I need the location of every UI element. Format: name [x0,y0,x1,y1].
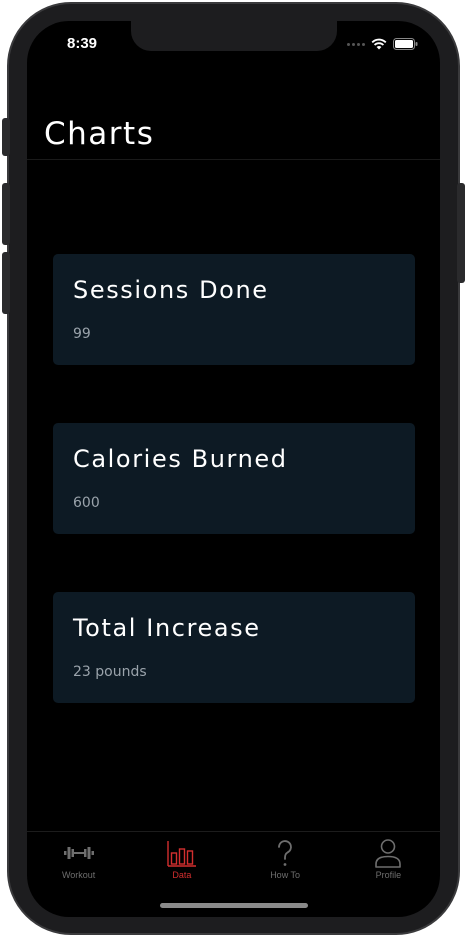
battery-icon [393,38,418,50]
card-value: 99 [73,326,91,342]
card-value: 23 pounds [73,664,147,680]
title-divider [27,159,440,160]
volume-down-button [2,252,10,314]
power-button [457,183,465,283]
mute-switch [2,118,10,156]
tab-label: Profile [375,870,402,880]
page-title: Charts [44,116,155,152]
tab-label: How To [270,870,301,880]
card-sessions-done[interactable]: Sessions Done 99 [53,254,415,365]
cellular-signal-icon [347,42,365,46]
tab-profile[interactable]: Profile [337,832,440,917]
app-screen: 8:39 Charts Sessions Done 99 Calories Bu… [27,21,440,917]
notch [131,21,337,51]
question-icon [275,838,295,868]
tab-workout[interactable]: Workout [27,832,130,917]
card-title: Total Increase [73,614,261,642]
wifi-icon [371,38,387,50]
bar-chart-icon [167,838,197,868]
tab-label: Workout [61,870,96,880]
person-icon [374,838,402,868]
card-title: Sessions Done [73,276,269,304]
status-time: 8:39 [67,35,98,52]
card-calories-burned[interactable]: Calories Burned 600 [53,423,415,534]
tab-label: Data [172,870,192,880]
card-title: Calories Burned [73,445,288,473]
volume-up-button [2,183,10,245]
status-icons [347,38,418,50]
home-indicator[interactable] [160,903,308,908]
card-value: 600 [73,495,100,511]
dumbbell-icon [63,838,94,868]
card-total-increase[interactable]: Total Increase 23 pounds [53,592,415,703]
